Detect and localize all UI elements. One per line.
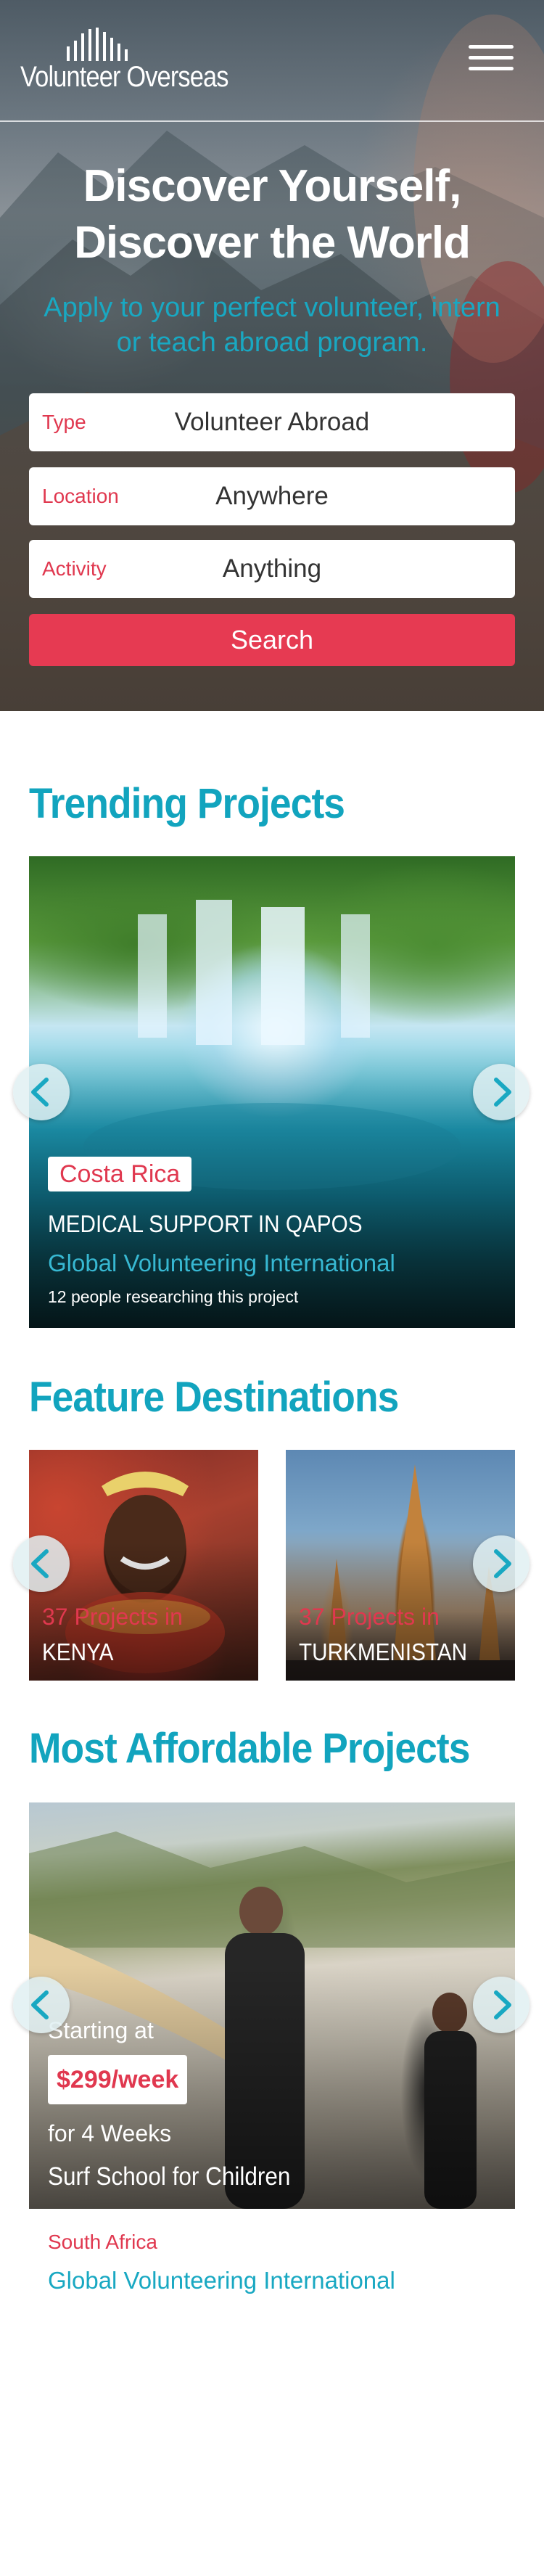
- location-select[interactable]: Location Anywhere: [29, 467, 515, 525]
- chevron-left-icon: [31, 1990, 49, 2019]
- trending-prev-button[interactable]: [13, 1064, 70, 1120]
- project-country: South Africa: [48, 2231, 157, 2253]
- organization-link[interactable]: Global Volunteering International: [48, 2267, 395, 2294]
- hero-subtitle-line-1: Apply to your perfect volunteer, intern: [44, 292, 500, 323]
- logo-bars-icon: [67, 28, 128, 61]
- hero-title-line-1: Discover Yourself,: [83, 161, 462, 211]
- researching-count: 12 people researching this project: [48, 1287, 299, 1306]
- type-select[interactable]: Type Volunteer Abroad: [29, 393, 515, 451]
- trending-project-card[interactable]: Costa Rica MEDICAL SUPPORT IN QAPOS Glob…: [29, 856, 515, 1328]
- activity-select[interactable]: Activity Anything: [29, 540, 515, 598]
- chevron-right-icon: [494, 1990, 511, 2019]
- site-logo[interactable]: Volunteer Overseas: [20, 28, 252, 100]
- chevron-left-icon: [31, 1549, 49, 1578]
- most-affordable-projects-title: Most Affordable Projects: [29, 1725, 470, 1772]
- search-button[interactable]: Search: [29, 614, 515, 666]
- hamburger-menu-icon[interactable]: [469, 45, 514, 77]
- chevron-right-icon: [494, 1549, 511, 1578]
- organization-link[interactable]: Global Volunteering International: [48, 1250, 395, 1277]
- destination-project-count: 37 Projects in: [299, 1604, 440, 1630]
- type-value: Volunteer Abroad: [174, 408, 370, 436]
- hero-subtitle: Apply to your perfect volunteer, intern …: [22, 290, 522, 360]
- feature-destinations-title: Feature Destinations: [29, 1374, 399, 1421]
- project-name[interactable]: Surf School for Children: [48, 2162, 290, 2191]
- location-value: Anywhere: [215, 482, 329, 510]
- trending-projects-title: Trending Projects: [29, 780, 345, 827]
- chevron-right-icon: [494, 1078, 511, 1107]
- project-name[interactable]: MEDICAL SUPPORT IN QAPOS: [48, 1210, 363, 1238]
- activity-value: Anything: [222, 554, 322, 583]
- country-badge: Costa Rica: [48, 1157, 192, 1191]
- affordable-next-button[interactable]: [473, 1977, 529, 2033]
- hero-title: Discover Yourself, Discover the World: [0, 158, 544, 271]
- affordable-prev-button[interactable]: [13, 1977, 70, 2033]
- hero-subtitle-line-2: or teach abroad program.: [116, 327, 428, 358]
- top-navigation-bar: Volunteer Overseas: [0, 0, 544, 122]
- price-badge: $299/week: [48, 2055, 188, 2104]
- destination-name: KENYA: [42, 1638, 114, 1665]
- affordable-project-card[interactable]: Starting at $299/week for 4 Weeks Surf S…: [29, 1802, 515, 2209]
- destinations-next-button[interactable]: [473, 1535, 529, 1592]
- destinations-prev-button[interactable]: [13, 1535, 70, 1592]
- chevron-left-icon: [31, 1078, 49, 1107]
- hero-section: Volunteer Overseas Discover Yourself, Di…: [0, 0, 544, 711]
- destination-name: TURKMENISTAN: [299, 1638, 468, 1665]
- trending-next-button[interactable]: [473, 1064, 529, 1120]
- logo-text: Volunteer Overseas: [20, 61, 229, 93]
- destination-project-count: 37 Projects in: [42, 1604, 183, 1630]
- hero-title-line-2: Discover the World: [74, 218, 471, 268]
- duration-label: for 4 Weeks: [48, 2120, 172, 2146]
